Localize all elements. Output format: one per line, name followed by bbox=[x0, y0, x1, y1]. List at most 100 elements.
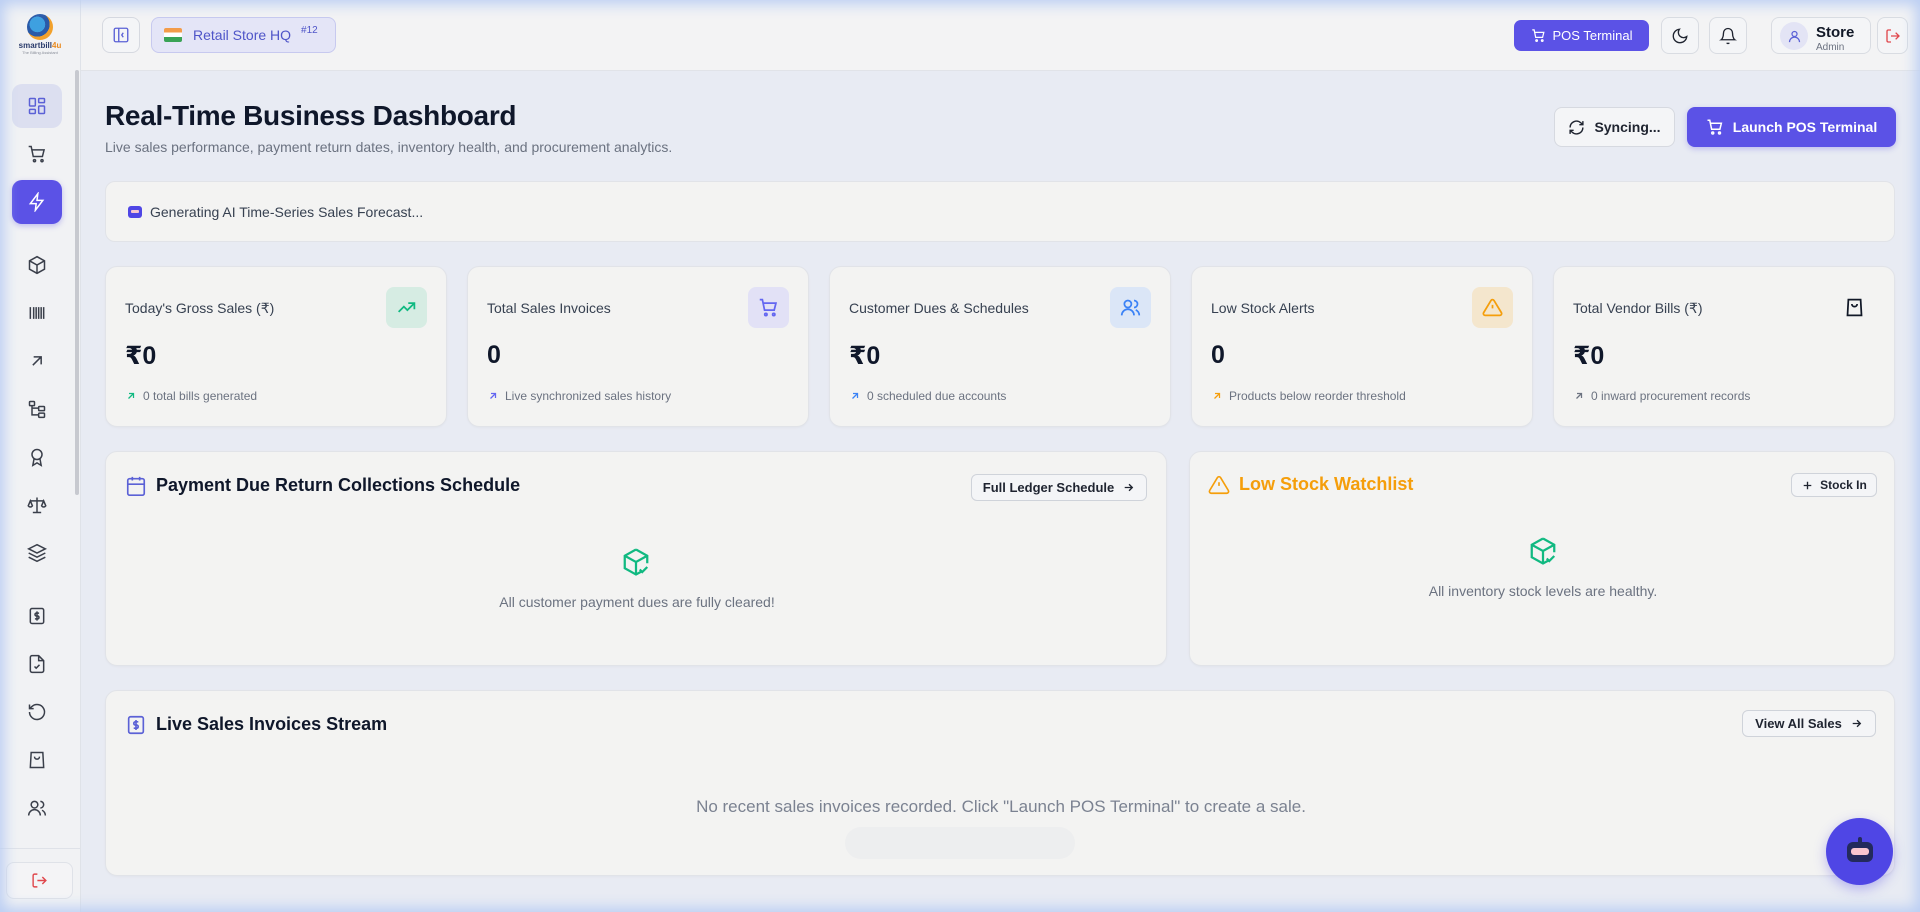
bell-icon bbox=[1719, 27, 1737, 44]
award-icon bbox=[31, 448, 43, 467]
shopping-cart-icon bbox=[1531, 29, 1545, 42]
empty-state-text: No recent sales invoices recorded. Click… bbox=[696, 797, 1306, 816]
logout-button[interactable] bbox=[1877, 17, 1908, 54]
stat-card-low-stock[interactable]: Low Stock Alerts 0 Products below reorde… bbox=[1191, 266, 1533, 427]
users-icon bbox=[27, 800, 47, 816]
stat-label: Total Vendor Bills (₹) bbox=[1573, 300, 1703, 316]
page-title: Real-Time Business Dashboard bbox=[105, 100, 517, 131]
sidebar-item-awards[interactable] bbox=[12, 435, 62, 479]
receipt-dollar-icon bbox=[29, 607, 45, 625]
sidebar-item-reports[interactable] bbox=[12, 642, 62, 686]
logout-icon bbox=[32, 873, 47, 888]
robot-icon bbox=[1846, 836, 1873, 862]
sidebar-scrollbar[interactable] bbox=[75, 70, 79, 495]
arrow-up-right-icon bbox=[852, 392, 859, 399]
theme-toggle-button[interactable] bbox=[1661, 17, 1699, 54]
stat-value: 0 bbox=[487, 341, 501, 369]
plus-icon bbox=[1803, 481, 1812, 489]
logo-tagline: The Billing Assistant bbox=[22, 50, 58, 55]
sidebar-item-layers[interactable] bbox=[12, 531, 62, 575]
stat-value: ₹0 bbox=[1573, 342, 1605, 370]
stat-label: Total Sales Invoices bbox=[487, 300, 611, 316]
lightning-icon bbox=[28, 192, 45, 212]
refresh-icon bbox=[1569, 119, 1585, 135]
panel-title: Payment Due Return Collections Schedule bbox=[156, 475, 521, 495]
stat-foot: 0 scheduled due accounts bbox=[849, 389, 1006, 403]
sidebar-item-quick-pos[interactable] bbox=[12, 180, 62, 224]
store-selector[interactable]: Retail Store HQ #12 bbox=[151, 17, 336, 53]
arrow-right-icon bbox=[1124, 483, 1134, 492]
top-bar: Retail Store HQ #12 POS Terminal Store A… bbox=[81, 0, 1920, 71]
package-check-icon bbox=[1530, 537, 1556, 565]
robot-icon bbox=[128, 205, 142, 218]
sidebar-item-ledger[interactable] bbox=[12, 483, 62, 527]
shopping-cart-icon bbox=[748, 287, 789, 328]
cube-icon bbox=[28, 255, 46, 275]
alert-triangle-icon bbox=[1208, 475, 1230, 495]
user-role: Admin bbox=[1816, 42, 1845, 53]
view-all-sales-button[interactable]: View All Sales bbox=[1742, 710, 1876, 737]
toast-placeholder bbox=[845, 827, 1075, 859]
rotate-ccw-icon bbox=[28, 703, 46, 721]
sidebar-item-cart[interactable] bbox=[12, 132, 62, 176]
launch-pos-button[interactable]: Launch POS Terminal bbox=[1687, 107, 1896, 147]
notifications-button[interactable] bbox=[1709, 17, 1747, 54]
arrow-up-right-icon bbox=[1576, 392, 1583, 399]
layout-grid-icon bbox=[28, 97, 46, 115]
brand-logo[interactable]: smartbill4u The Billing Assistant bbox=[16, 14, 64, 55]
user-name: Store bbox=[1816, 24, 1855, 41]
calendar-icon bbox=[126, 476, 146, 496]
empty-state-text: All customer payment dues are fully clea… bbox=[499, 594, 775, 610]
stat-value: ₹0 bbox=[125, 342, 157, 370]
stat-card-customer-dues[interactable]: Customer Dues & Schedules ₹0 0 scheduled… bbox=[829, 266, 1171, 427]
stat-foot: Products below reorder threshold bbox=[1211, 389, 1406, 403]
stat-label: Low Stock Alerts bbox=[1211, 300, 1315, 316]
arrow-up-right-icon bbox=[490, 392, 497, 399]
panel-left-icon bbox=[113, 27, 129, 43]
sidebar-item-returns[interactable] bbox=[12, 690, 62, 734]
shopping-bag-icon bbox=[1834, 287, 1875, 328]
sidebar-logout-button[interactable] bbox=[6, 862, 73, 899]
sidebar-item-products[interactable] bbox=[12, 243, 62, 287]
sidebar-item-categories[interactable] bbox=[12, 387, 62, 431]
stat-label: Today's Gross Sales (₹) bbox=[125, 300, 275, 316]
stat-foot: 0 inward procurement records bbox=[1573, 389, 1750, 403]
sidebar-item-trends[interactable] bbox=[12, 339, 62, 383]
pos-terminal-label: POS Terminal bbox=[1552, 28, 1633, 43]
ai-assistant-button[interactable] bbox=[1826, 818, 1893, 885]
stat-foot: 0 total bills generated bbox=[125, 389, 257, 403]
sidebar-toggle-button[interactable] bbox=[102, 17, 140, 53]
sync-button[interactable]: Syncing... bbox=[1554, 107, 1675, 147]
empty-state-text: All inventory stock levels are healthy. bbox=[1428, 583, 1658, 599]
sidebar-item-dashboard[interactable] bbox=[12, 84, 62, 128]
shopping-cart-icon bbox=[28, 145, 46, 163]
file-check-icon bbox=[29, 654, 45, 674]
trending-up-icon bbox=[386, 287, 427, 328]
forecast-text: Generating AI Time-Series Sales Forecast… bbox=[150, 203, 424, 220]
pos-terminal-button[interactable]: POS Terminal bbox=[1514, 20, 1649, 51]
stat-foot: Live synchronized sales history bbox=[487, 389, 671, 403]
sidebar-item-customers[interactable] bbox=[12, 786, 62, 830]
avatar bbox=[1780, 22, 1808, 50]
full-ledger-schedule-button[interactable]: Full Ledger Schedule bbox=[971, 474, 1147, 501]
stat-card-sales-invoices[interactable]: Total Sales Invoices 0 Live synchronized… bbox=[467, 266, 809, 427]
layers-icon bbox=[27, 543, 47, 563]
stat-card-gross-sales[interactable]: Today's Gross Sales (₹) ₹0 0 total bills… bbox=[105, 266, 447, 427]
sidebar-item-barcodes[interactable] bbox=[12, 291, 62, 335]
user-menu[interactable]: Store Admin bbox=[1771, 17, 1871, 54]
sidebar: smartbill4u The Billing Assistant bbox=[0, 0, 81, 912]
stat-card-vendor-bills[interactable]: Total Vendor Bills (₹) ₹0 0 inward procu… bbox=[1553, 266, 1895, 427]
logo-text: smartbill4u bbox=[18, 41, 62, 50]
sidebar-item-invoices[interactable] bbox=[12, 594, 62, 638]
stock-in-button[interactable]: Stock In bbox=[1791, 473, 1877, 497]
sidebar-item-purchases[interactable] bbox=[12, 738, 62, 782]
payment-schedule-panel: Payment Due Return Collections Schedule … bbox=[105, 451, 1167, 666]
moon-icon bbox=[1672, 27, 1688, 43]
arrow-up-right-icon bbox=[1214, 392, 1221, 399]
page-subtitle: Live sales performance, payment return d… bbox=[105, 139, 673, 155]
forecast-banner: Generating AI Time-Series Sales Forecast… bbox=[105, 181, 1895, 242]
receipt-dollar-icon bbox=[127, 715, 145, 735]
scale-icon bbox=[27, 497, 47, 514]
arrow-up-right-icon bbox=[32, 356, 42, 366]
package-check-icon bbox=[623, 548, 649, 576]
